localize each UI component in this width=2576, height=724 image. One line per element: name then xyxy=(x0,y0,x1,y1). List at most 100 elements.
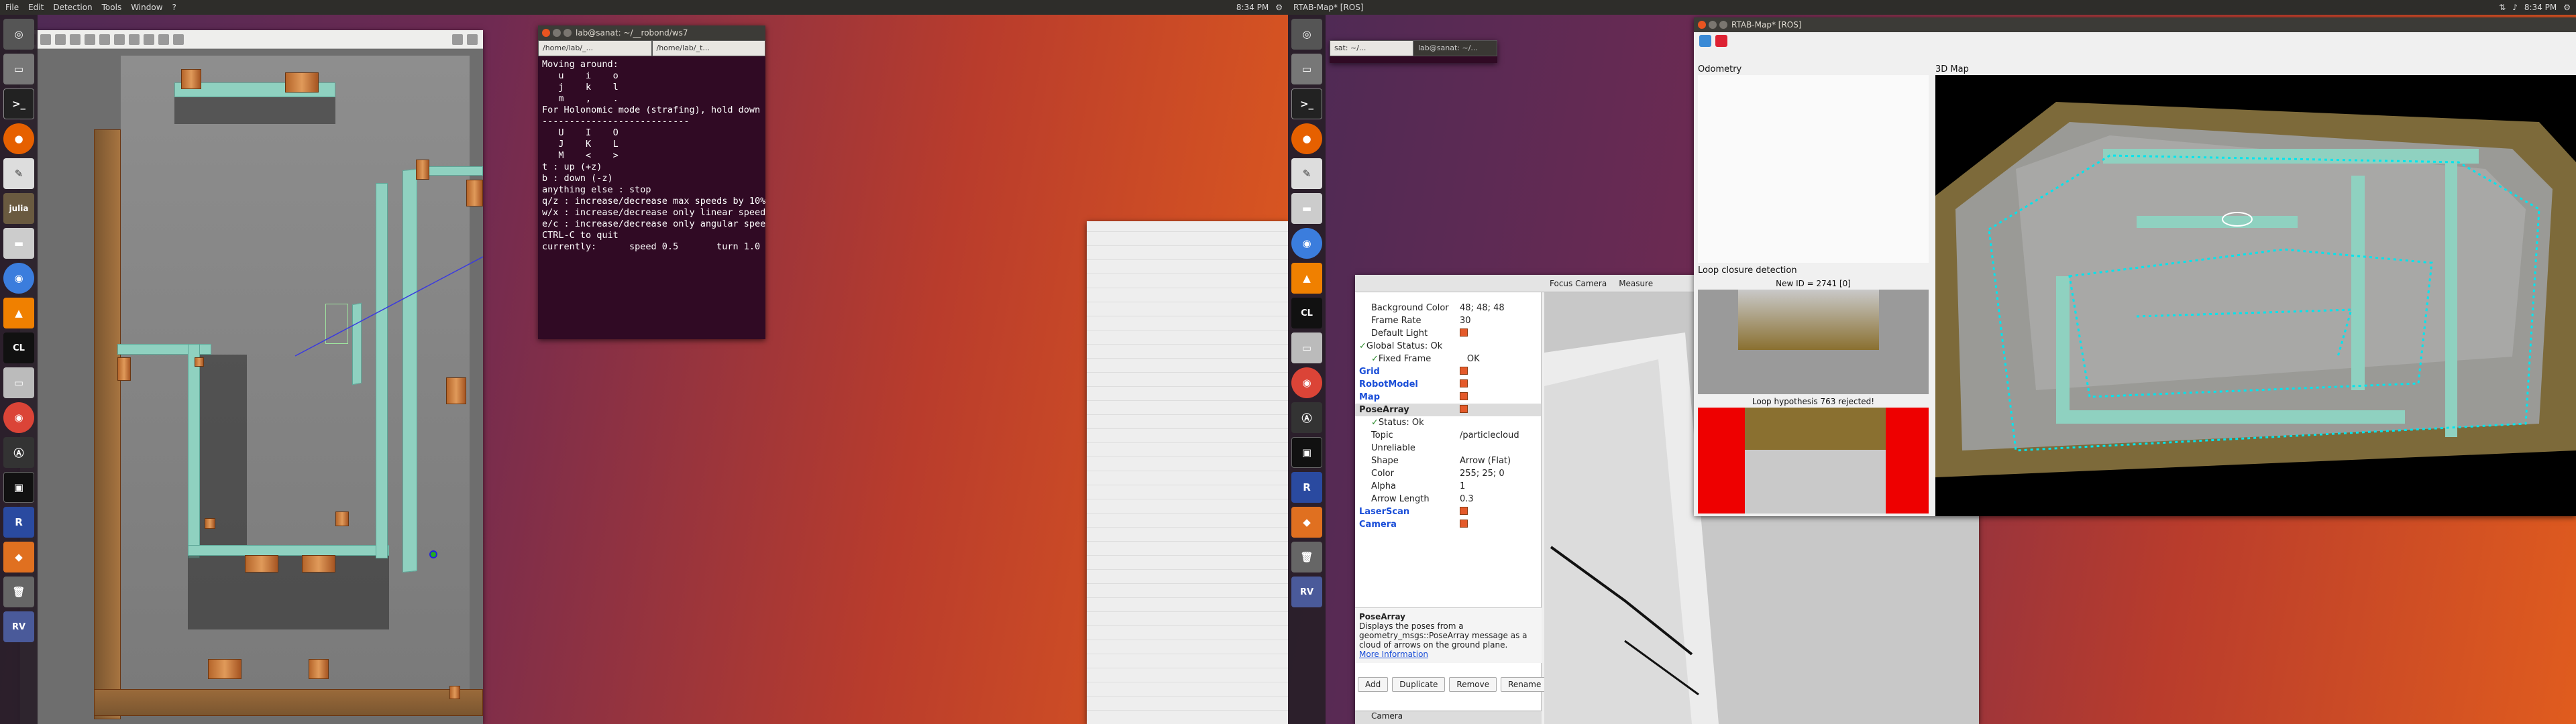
dash-icon[interactable]: ◎ xyxy=(3,19,34,50)
menu-file[interactable]: File xyxy=(5,3,19,12)
rename-button[interactable]: Rename xyxy=(1501,677,1549,692)
display-row[interactable]: Map xyxy=(1355,391,1541,404)
menu-window[interactable]: Window xyxy=(131,3,162,12)
duplicate-button[interactable]: Duplicate xyxy=(1392,677,1446,692)
copy-icon[interactable] xyxy=(129,34,140,45)
terminal-titlebar[interactable]: lab@sanat: ~/__robond/ws7 xyxy=(538,25,765,40)
terminal-alt-icon[interactable]: ▣ xyxy=(1291,437,1322,468)
gear-icon-2[interactable]: ⚙ xyxy=(2563,3,2571,12)
light-icon[interactable] xyxy=(114,34,125,45)
enable-checkbox[interactable] xyxy=(1460,366,1468,375)
volume-icon[interactable]: ♪ xyxy=(2512,3,2518,12)
display-row[interactable]: RobotModel xyxy=(1355,378,1541,391)
display-row[interactable]: Frame Rate 30 xyxy=(1355,314,1541,327)
add-button[interactable]: Add xyxy=(1358,677,1389,692)
display-row[interactable]: Default Light xyxy=(1355,327,1541,340)
terminal-output[interactable]: Moving around: u i o j k l m , . For Holo… xyxy=(538,56,765,255)
display-row[interactable]: ✓ Status: Ok xyxy=(1355,416,1541,429)
snap-icon[interactable] xyxy=(173,34,184,45)
rviz-icon[interactable]: R xyxy=(1291,472,1322,503)
text-editor-icon[interactable]: ✎ xyxy=(1291,158,1322,189)
disks-icon[interactable]: ▬ xyxy=(1291,193,1322,224)
trash-icon[interactable]: 🗑 xyxy=(3,577,34,607)
box-shape-icon[interactable] xyxy=(70,34,80,45)
remove-button[interactable]: Remove xyxy=(1449,677,1497,692)
focus-camera-button[interactable]: Focus Camera xyxy=(1550,279,1607,288)
cylinder-shape-icon[interactable] xyxy=(99,34,110,45)
enable-checkbox[interactable] xyxy=(1460,391,1468,400)
clion-icon[interactable]: CL xyxy=(3,333,34,363)
loop-image-view[interactable] xyxy=(1698,408,1929,514)
display-row[interactable]: Camera xyxy=(1355,518,1541,531)
workspace-icon[interactable]: ◆ xyxy=(3,542,34,572)
sphere-shape-icon[interactable] xyxy=(85,34,95,45)
trash-icon[interactable]: 🗑 xyxy=(1291,542,1322,572)
translate-tool-icon[interactable] xyxy=(40,34,51,45)
odometry-view[interactable] xyxy=(1698,75,1929,263)
displays-tree[interactable]: Background Color 48; 48; 48 Frame Rate 30 De… xyxy=(1355,292,1541,531)
gazebo-3d-viewport[interactable] xyxy=(20,49,483,724)
paste-icon[interactable] xyxy=(144,34,154,45)
align-icon[interactable] xyxy=(158,34,169,45)
dash-icon[interactable]: ◎ xyxy=(1291,19,1322,50)
files-icon[interactable]: ▭ xyxy=(3,54,34,84)
clock-2[interactable]: 8:34 PM xyxy=(2524,3,2557,12)
enable-checkbox[interactable] xyxy=(1460,506,1468,515)
terminal-alt-icon[interactable]: ▣ xyxy=(3,472,34,503)
rviz-icon[interactable]: R xyxy=(3,507,34,538)
firefox-icon[interactable]: ● xyxy=(1291,123,1322,154)
chromium-icon[interactable]: ◉ xyxy=(1291,228,1322,259)
chrome-icon[interactable]: ◉ xyxy=(3,402,34,433)
second-terminal-tab-2[interactable]: lab@sanat: ~/... xyxy=(1413,40,1497,56)
menu-detection[interactable]: Detection xyxy=(53,3,92,12)
measure-button[interactable]: Measure xyxy=(1619,279,1653,288)
minimize-icon[interactable] xyxy=(553,29,561,37)
new-image-view[interactable] xyxy=(1698,290,1929,394)
maximize-icon[interactable] xyxy=(564,29,572,37)
terminal-tab-2[interactable]: /home/lab/_t... xyxy=(651,40,765,56)
display-row[interactable]: LaserScan xyxy=(1355,505,1541,518)
display-row[interactable]: PoseArray xyxy=(1355,404,1541,416)
map3d-view[interactable] xyxy=(1935,75,2576,516)
disks-icon[interactable]: ▬ xyxy=(3,228,34,259)
enable-checkbox[interactable] xyxy=(1460,328,1468,337)
display-row[interactable]: Color 255; 25; 0 xyxy=(1355,467,1541,480)
menu-help[interactable]: ? xyxy=(172,3,176,12)
display-row[interactable]: ✓ Fixed Frame OK xyxy=(1355,353,1541,365)
display-row[interactable]: ✓ Global Status: Ok xyxy=(1355,340,1541,353)
display-row[interactable]: Topic/particlecloud xyxy=(1355,429,1541,442)
enable-checkbox[interactable] xyxy=(1460,404,1468,413)
more-information-link[interactable]: More Information xyxy=(1359,650,1428,659)
enable-checkbox[interactable] xyxy=(1460,519,1468,528)
software-updater-icon[interactable]: Ⓐ xyxy=(1291,402,1322,433)
menu-edit[interactable]: Edit xyxy=(28,3,44,12)
chrome-icon[interactable]: ◉ xyxy=(1291,367,1322,398)
close-icon[interactable] xyxy=(1698,21,1706,29)
close-icon[interactable] xyxy=(542,29,550,37)
display-row[interactable]: Alpha 1 xyxy=(1355,480,1541,493)
rtabmap-titlebar[interactable]: RTAB-Map* [ROS] xyxy=(1694,17,2576,32)
second-terminal-tab-1[interactable]: sat: ~/... xyxy=(1330,40,1413,56)
software-updater-icon[interactable]: Ⓐ xyxy=(3,437,34,468)
vlc-icon[interactable]: ▲ xyxy=(1291,263,1322,294)
display-row[interactable]: Grid xyxy=(1355,365,1541,378)
map-preview[interactable] xyxy=(1087,221,1288,724)
maximize-icon[interactable] xyxy=(1719,21,1727,29)
target-marker[interactable] xyxy=(429,550,437,558)
display-row[interactable]: Background Color 48; 48; 48 xyxy=(1355,302,1541,314)
drive-icon[interactable]: ▭ xyxy=(3,367,34,398)
gear-icon[interactable]: ⚙ xyxy=(1275,3,1283,12)
files-icon[interactable]: ▭ xyxy=(1291,54,1322,84)
minimize-icon[interactable] xyxy=(1709,21,1717,29)
rviz-alt-icon[interactable]: RV xyxy=(3,611,34,642)
clock[interactable]: 8:34 PM xyxy=(1236,3,1269,12)
menu-tools[interactable]: Tools xyxy=(102,3,122,12)
clion-icon[interactable]: CL xyxy=(1291,298,1322,328)
display-row[interactable]: Arrow Length 0.3 xyxy=(1355,493,1541,505)
display-row[interactable]: Shape Arrow (Flat) xyxy=(1355,455,1541,467)
julia-icon[interactable]: julia xyxy=(3,193,34,224)
firefox-icon[interactable]: ● xyxy=(3,123,34,154)
refresh-icon[interactable] xyxy=(1699,35,1711,47)
rviz-alt-icon[interactable]: RV xyxy=(1291,577,1322,607)
terminal-icon[interactable]: >_ xyxy=(3,88,34,119)
